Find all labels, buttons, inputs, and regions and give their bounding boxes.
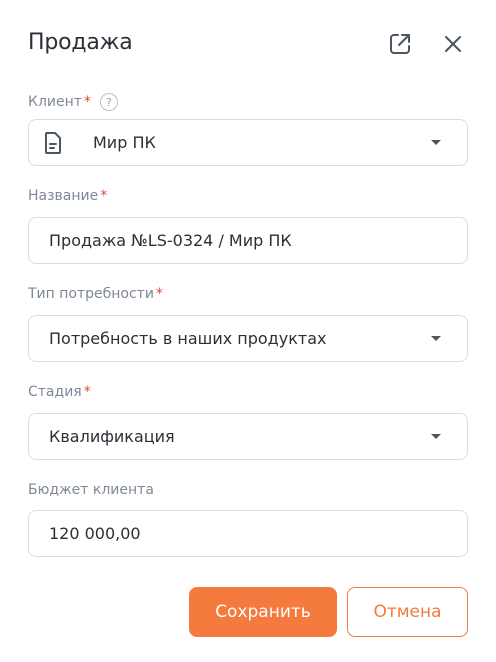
budget-value: 120 000,00 xyxy=(49,524,141,543)
client-label: Клиент * ? xyxy=(28,93,118,111)
need-type-select[interactable]: Потребность в наших продуктах xyxy=(28,315,468,362)
name-label-text: Название xyxy=(28,188,99,204)
stage-value: Квалификация xyxy=(49,427,175,446)
document-icon xyxy=(41,131,65,155)
stage-label: Стадия * xyxy=(28,384,91,400)
name-input[interactable]: Продажа №LS-0324 / Мир ПК xyxy=(28,217,468,264)
sale-dialog: Продажа Клиент * ? Мир ПК Название * Про… xyxy=(0,0,496,662)
dialog-title: Продажа xyxy=(28,30,133,55)
save-button[interactable]: Сохранить xyxy=(189,587,337,637)
required-mark: * xyxy=(100,188,108,204)
stage-select[interactable]: Квалификация xyxy=(28,413,468,460)
client-value: Мир ПК xyxy=(93,133,156,152)
stage-label-text: Стадия xyxy=(28,384,82,400)
close-button[interactable] xyxy=(439,30,467,58)
cancel-button[interactable]: Отмена xyxy=(347,587,468,637)
required-mark: * xyxy=(83,384,91,400)
open-external-icon xyxy=(390,34,410,54)
name-value: Продажа №LS-0324 / Мир ПК xyxy=(49,231,292,250)
open-external-button[interactable] xyxy=(386,30,414,58)
need-type-label: Тип потребности * xyxy=(28,286,163,302)
chevron-down-icon xyxy=(431,433,441,439)
budget-label: Бюджет клиента xyxy=(28,482,154,498)
close-icon xyxy=(445,36,461,52)
name-label: Название * xyxy=(28,188,107,204)
required-mark: * xyxy=(83,94,91,110)
required-mark: * xyxy=(155,286,163,302)
need-type-value: Потребность в наших продуктах xyxy=(49,329,327,348)
chevron-down-icon xyxy=(431,335,441,341)
budget-input[interactable]: 120 000,00 xyxy=(28,510,468,557)
help-icon[interactable]: ? xyxy=(99,93,118,111)
need-type-label-text: Тип потребности xyxy=(28,286,154,302)
budget-label-text: Бюджет клиента xyxy=(28,482,154,498)
client-label-text: Клиент xyxy=(28,94,82,110)
chevron-down-icon xyxy=(431,139,441,145)
client-select[interactable]: Мир ПК xyxy=(28,119,468,166)
